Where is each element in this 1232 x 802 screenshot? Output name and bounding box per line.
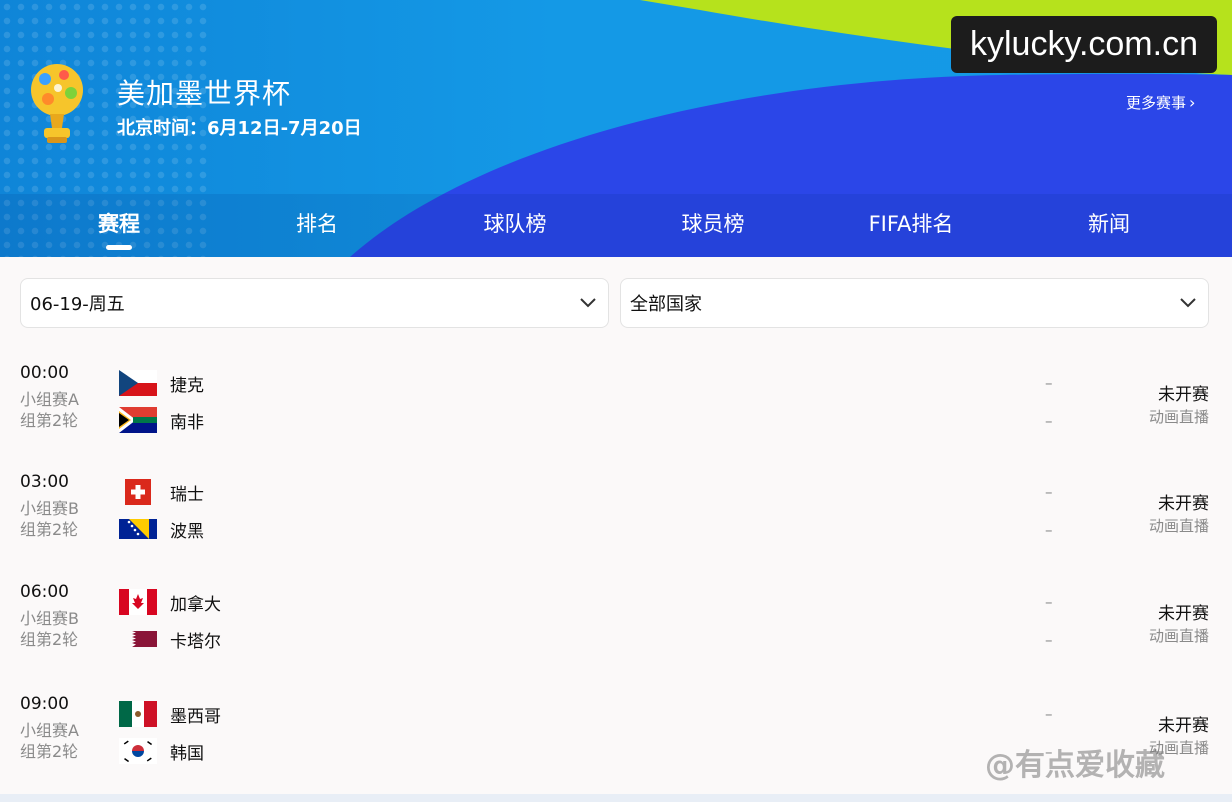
- country-select-value: 全部国家: [630, 294, 702, 315]
- date-select-value: 06-19-周五: [30, 294, 125, 315]
- active-tab-indicator: [106, 245, 132, 250]
- stage-line: 小组赛B: [20, 499, 79, 518]
- stage-line: 小组赛A: [20, 721, 79, 740]
- date-select[interactable]: 06-19-周五: [20, 278, 609, 328]
- home-score: –: [1045, 483, 1053, 501]
- tab-label: 赛程: [98, 212, 140, 236]
- away-score: –: [1045, 631, 1053, 649]
- team-name: 加拿大: [170, 594, 221, 615]
- tab-team-rankings[interactable]: 球队榜: [416, 194, 614, 257]
- event-header: 美加墨世界杯 北京时间：6月12日-7月20日 kylucky.com.cn 更…: [0, 0, 1232, 257]
- match-stage: 小组赛A 组第2轮: [20, 389, 90, 431]
- tab-standings[interactable]: 排名: [218, 194, 416, 257]
- stage-line: 小组赛B: [20, 609, 79, 628]
- mexico-flag-icon: [119, 701, 157, 727]
- tab-player-rankings[interactable]: 球员榜: [614, 194, 812, 257]
- tab-schedule[interactable]: 赛程: [20, 194, 218, 257]
- more-events-label: 更多赛事: [1126, 94, 1187, 112]
- animation-live-link[interactable]: 动画直播: [1149, 515, 1209, 536]
- event-title: 美加墨世界杯: [117, 77, 292, 110]
- trophy-icon: [31, 64, 83, 143]
- tab-bar: 赛程 排名 球队榜 球员榜 FIFA排名 新闻: [0, 194, 1232, 257]
- tab-label: 球队榜: [483, 212, 547, 236]
- team-name: 卡塔尔: [170, 631, 221, 652]
- team-name: 韩国: [170, 743, 204, 764]
- qatar-flag-icon: [132, 631, 157, 647]
- home-team: 加拿大: [119, 588, 221, 616]
- tab-label: 球员榜: [681, 212, 745, 236]
- animation-live-link[interactable]: 动画直播: [1149, 406, 1209, 427]
- home-team: 瑞士: [119, 478, 204, 506]
- match-row[interactable]: 06:00 小组赛B 组第2轮 加拿大 卡塔尔 – – 未开赛 动画直播: [0, 582, 1232, 687]
- team-name: 墨西哥: [170, 706, 221, 727]
- switzerland-flag-icon: [125, 479, 151, 505]
- animation-live-link[interactable]: 动画直播: [1149, 625, 1209, 646]
- match-stage: 小组赛A 组第2轮: [20, 720, 90, 762]
- team-name: 捷克: [170, 375, 204, 396]
- match-status: 未开赛: [1158, 716, 1209, 736]
- tab-label: 排名: [296, 212, 338, 236]
- tab-label: 新闻: [1088, 212, 1130, 236]
- canada-flag-icon: [119, 589, 157, 615]
- match-time: 03:00: [20, 472, 69, 492]
- south-africa-flag-icon: [119, 407, 157, 433]
- away-team: 韩国: [119, 737, 204, 765]
- stage-line: 小组赛A: [20, 390, 79, 409]
- match-time: 09:00: [20, 694, 69, 714]
- site-watermark: kylucky.com.cn: [951, 16, 1217, 73]
- chevron-down-icon: [580, 298, 596, 308]
- team-name: 瑞士: [170, 484, 204, 505]
- home-score: –: [1045, 593, 1053, 611]
- country-select[interactable]: 全部国家: [620, 278, 1209, 328]
- match-stage: 小组赛B 组第2轮: [20, 498, 90, 540]
- stage-line: 组第2轮: [20, 742, 79, 761]
- tab-news[interactable]: 新闻: [1010, 194, 1208, 257]
- team-name: 南非: [170, 412, 204, 433]
- chevron-right-icon: ›: [1189, 93, 1196, 112]
- home-score: –: [1045, 705, 1053, 723]
- tab-fifa-ranking[interactable]: FIFA排名: [812, 194, 1010, 257]
- away-team: 卡塔尔: [119, 625, 221, 653]
- tab-label: FIFA排名: [868, 212, 954, 236]
- away-team: 南非: [119, 406, 204, 434]
- bosnia-flag-icon: [119, 519, 157, 539]
- match-time: 00:00: [20, 363, 69, 383]
- event-dates: 北京时间：6月12日-7月20日: [117, 118, 362, 139]
- match-status: 未开赛: [1158, 494, 1209, 514]
- match-status: 未开赛: [1158, 604, 1209, 624]
- match-time: 06:00: [20, 582, 69, 602]
- match-row[interactable]: 03:00 小组赛B 组第2轮 瑞士 波黑 – – 未开赛 动画直播: [0, 472, 1232, 577]
- match-stage: 小组赛B 组第2轮: [20, 608, 90, 650]
- team-name: 波黑: [170, 521, 204, 542]
- away-score: –: [1045, 412, 1053, 430]
- away-team: 波黑: [119, 515, 204, 543]
- czech-flag-icon: [119, 370, 157, 396]
- stage-line: 组第2轮: [20, 630, 79, 649]
- stage-line: 组第2轮: [20, 411, 79, 430]
- author-watermark: @有点爱收藏: [985, 748, 1165, 783]
- away-score: –: [1045, 521, 1053, 539]
- chevron-down-icon: [1180, 298, 1196, 308]
- match-row[interactable]: 00:00 小组赛A 组第2轮 捷克 南非 – – 未开赛 动画直播: [0, 363, 1232, 468]
- home-team: 捷克: [119, 369, 204, 397]
- home-score: –: [1045, 374, 1053, 392]
- stage-line: 组第2轮: [20, 520, 79, 539]
- home-team: 墨西哥: [119, 700, 221, 728]
- bottom-divider: [0, 794, 1232, 802]
- match-status: 未开赛: [1158, 385, 1209, 405]
- more-events-link[interactable]: 更多赛事 ›: [1126, 92, 1195, 113]
- south-korea-flag-icon: [119, 738, 157, 764]
